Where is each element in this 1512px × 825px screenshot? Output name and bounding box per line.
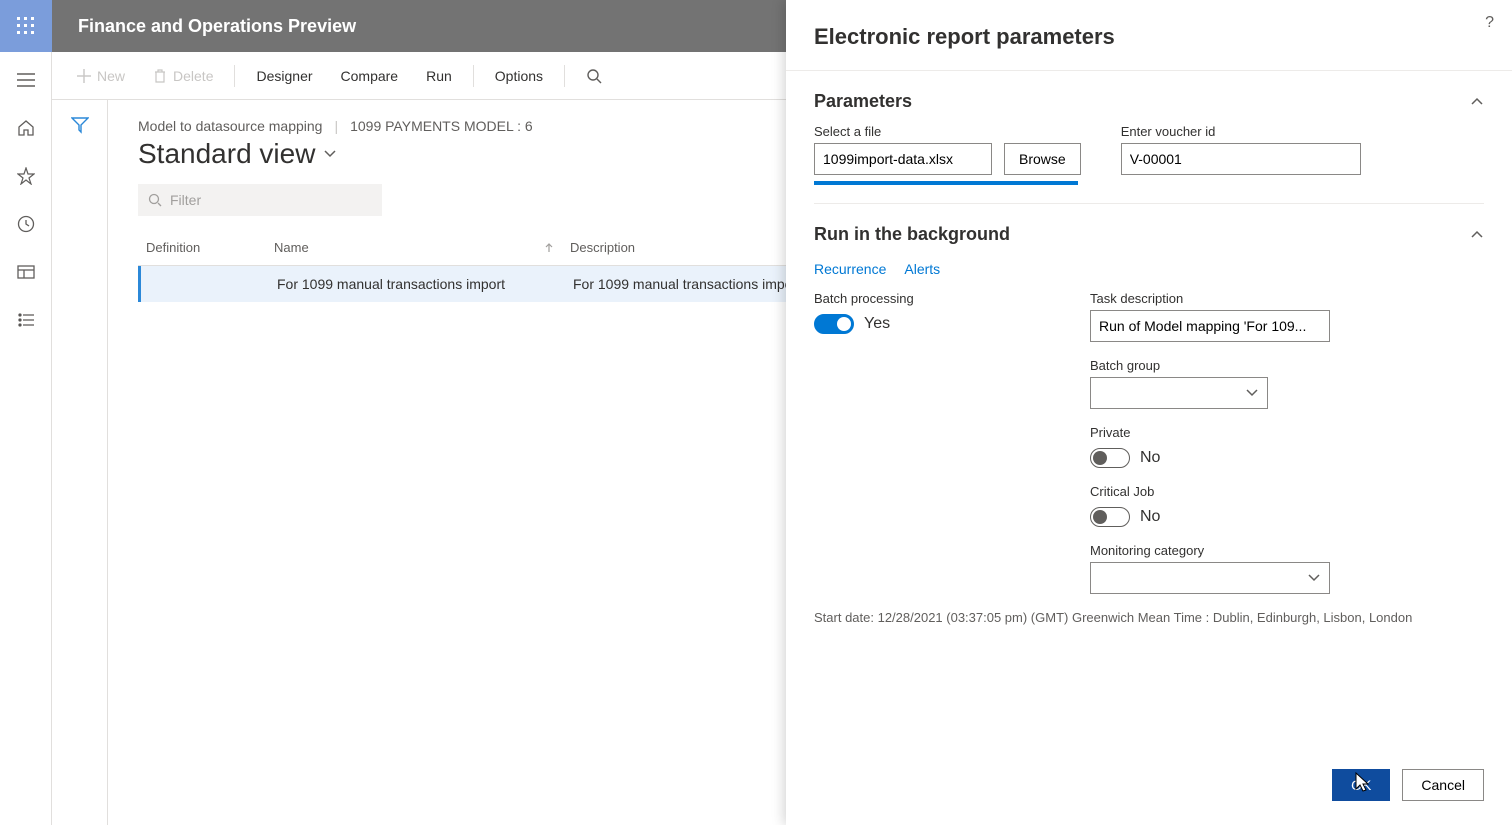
new-label: New — [97, 68, 125, 84]
parameters-fields: Select a file Browse Enter voucher id — [814, 124, 1484, 185]
private-toggle[interactable] — [1090, 448, 1130, 468]
delete-button[interactable]: Delete — [142, 61, 224, 91]
nav-modules[interactable] — [16, 310, 36, 330]
separator — [473, 65, 474, 87]
ok-button[interactable]: OK — [1332, 769, 1390, 801]
designer-button[interactable]: Designer — [245, 61, 323, 91]
column-name[interactable]: Name — [266, 230, 562, 265]
background-section-title: Run in the background — [814, 224, 1010, 245]
critical-job-toggle[interactable] — [1090, 507, 1130, 527]
chevron-up-icon — [1470, 228, 1484, 242]
sort-asc-icon — [544, 243, 554, 253]
select-file-label: Select a file — [814, 124, 1081, 139]
list-icon — [17, 311, 35, 329]
critical-job-field: Critical Job No — [1090, 484, 1484, 527]
select-file-input[interactable] — [814, 143, 992, 175]
compare-button[interactable]: Compare — [330, 61, 410, 91]
chevron-down-icon — [323, 147, 337, 161]
background-fields: Batch processing Yes Task description Ba… — [814, 291, 1484, 594]
monitoring-category-label: Monitoring category — [1090, 543, 1484, 558]
column-definition[interactable]: Definition — [138, 230, 266, 265]
trash-icon — [153, 69, 167, 83]
panel-title: Electronic report parameters — [814, 24, 1115, 50]
help-button[interactable]: ? — [1485, 14, 1494, 32]
batch-processing-value: Yes — [864, 315, 890, 333]
separator — [564, 65, 565, 87]
waffle-icon — [17, 17, 35, 35]
critical-job-value: No — [1140, 508, 1160, 526]
voucher-label: Enter voucher id — [1121, 124, 1361, 139]
app-title: Finance and Operations Preview — [52, 16, 356, 37]
task-description-label: Task description — [1090, 291, 1484, 306]
batch-group-field: Batch group — [1090, 358, 1484, 409]
chevron-up-icon — [1470, 95, 1484, 109]
panel-header: Electronic report parameters — [786, 0, 1512, 71]
critical-job-label: Critical Job — [1090, 484, 1484, 499]
batch-group-select[interactable] — [1090, 377, 1268, 409]
background-section-header[interactable]: Run in the background — [814, 204, 1484, 257]
task-description-field: Task description — [1090, 291, 1484, 342]
app-launcher-button[interactable] — [0, 0, 52, 52]
left-rail — [0, 52, 52, 825]
separator — [234, 65, 235, 87]
search-icon — [148, 193, 162, 207]
nav-workspaces[interactable] — [16, 262, 36, 282]
star-icon — [17, 167, 35, 185]
chevron-down-icon — [1245, 386, 1259, 400]
search-button[interactable] — [575, 61, 613, 91]
private-field: Private No — [1090, 425, 1484, 468]
panel-body: Parameters Select a file Browse Enter vo… — [786, 71, 1512, 753]
panel-footer: OK Cancel — [786, 753, 1512, 825]
delete-label: Delete — [173, 68, 213, 84]
grid-filter-input[interactable]: Filter — [138, 184, 382, 216]
home-icon — [17, 119, 35, 137]
filter-placeholder: Filter — [170, 192, 201, 208]
plus-icon — [77, 69, 91, 83]
select-file-field: Select a file Browse — [814, 124, 1081, 185]
tab-recurrence[interactable]: Recurrence — [814, 261, 886, 277]
upload-progress-bar — [814, 181, 1078, 185]
search-icon — [586, 68, 602, 84]
nav-favorites[interactable] — [16, 166, 36, 186]
breadcrumb-separator: | — [334, 118, 338, 134]
monitoring-category-select[interactable] — [1090, 562, 1330, 594]
voucher-input[interactable] — [1121, 143, 1361, 175]
cell-name: For 1099 manual transactions import — [269, 266, 565, 302]
monitoring-category-field: Monitoring category — [1090, 543, 1484, 594]
filter-pane-toggle[interactable] — [52, 100, 108, 825]
new-button[interactable]: New — [66, 61, 136, 91]
cancel-button[interactable]: Cancel — [1402, 769, 1484, 801]
private-label: Private — [1090, 425, 1484, 440]
parameters-section-header[interactable]: Parameters — [814, 71, 1484, 124]
tab-alerts[interactable]: Alerts — [904, 261, 940, 277]
background-tabs: Recurrence Alerts — [814, 257, 1484, 291]
browse-button[interactable]: Browse — [1004, 143, 1081, 175]
nav-expand-button[interactable] — [16, 70, 36, 90]
funnel-icon — [71, 116, 89, 134]
chevron-down-icon — [1307, 571, 1321, 585]
nav-home[interactable] — [16, 118, 36, 138]
options-button[interactable]: Options — [484, 61, 554, 91]
nav-recent[interactable] — [16, 214, 36, 234]
clock-icon — [17, 215, 35, 233]
parameters-panel: ? Electronic report parameters Parameter… — [786, 0, 1512, 825]
cell-definition — [141, 266, 269, 302]
task-description-input[interactable] — [1090, 310, 1330, 342]
voucher-field: Enter voucher id — [1121, 124, 1361, 185]
batch-processing-toggle[interactable] — [814, 314, 854, 334]
breadcrumb-page: Model to datasource mapping — [138, 118, 322, 134]
workspace-icon — [17, 263, 35, 281]
start-date-text: Start date: 12/28/2021 (03:37:05 pm) (GM… — [814, 594, 1484, 625]
hamburger-icon — [17, 73, 35, 87]
run-button[interactable]: Run — [415, 61, 463, 91]
breadcrumb-context: 1099 PAYMENTS MODEL : 6 — [350, 118, 533, 134]
batch-processing-label: Batch processing — [814, 291, 1034, 306]
batch-group-label: Batch group — [1090, 358, 1484, 373]
private-value: No — [1140, 449, 1160, 467]
view-title: Standard view — [138, 138, 315, 170]
batch-processing-field: Batch processing Yes — [814, 291, 1034, 334]
parameters-section-title: Parameters — [814, 91, 912, 112]
